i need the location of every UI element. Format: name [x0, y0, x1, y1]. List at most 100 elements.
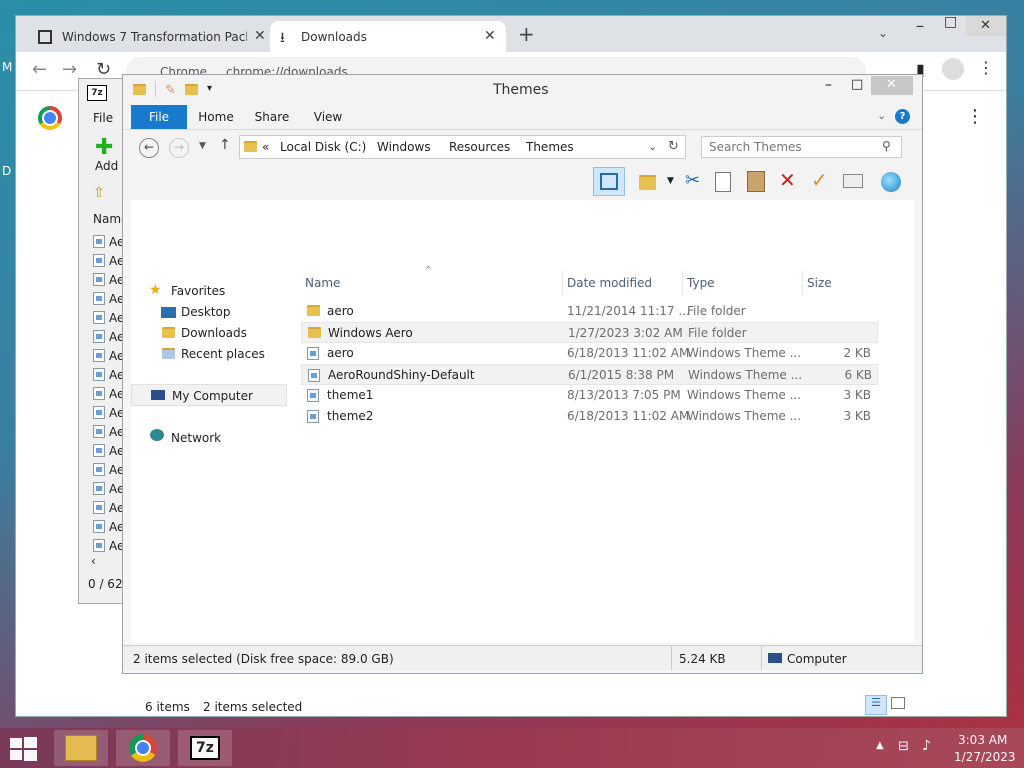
tab-downloads[interactable]: ⭳ Downloads ✕ [270, 21, 506, 52]
search-box[interactable]: Search Themes ⚲ [701, 136, 902, 158]
breadcrumb-item[interactable]: Windows [377, 140, 431, 154]
nav-favorites[interactable]: Favorites [171, 284, 225, 298]
properties-icon[interactable]: ✎ [165, 83, 176, 98]
chrome-menu-icon[interactable]: ⋮ [978, 58, 994, 77]
table-row[interactable]: aero 6/18/2013 11:02 AM Windows Theme ... 2… [301, 343, 878, 364]
folder-up-icon[interactable]: ⇧ [93, 185, 105, 201]
taskbar-chrome[interactable] [116, 730, 170, 766]
maximize-button[interactable]: □ [944, 14, 957, 30]
chrome-logo-icon [38, 106, 62, 130]
add-label[interactable]: Add [95, 159, 118, 173]
dropdown-icon[interactable]: ▼ [667, 176, 674, 186]
breadcrumb-overflow[interactable]: « [262, 140, 269, 154]
back-button[interactable]: ← [32, 59, 47, 80]
explorer-window: ✎ ▾ Themes – □ ✕ File Home Share View ⌄ … [122, 74, 923, 715]
chrome-icon-center [137, 742, 149, 754]
windows-logo-icon [10, 738, 22, 748]
address-bar[interactable]: « Local Disk (C:) Windows Resources Them… [239, 135, 686, 159]
large-icons-view-icon[interactable] [891, 697, 905, 709]
details-view-icon[interactable]: ☰ [865, 695, 887, 715]
profile-avatar[interactable] [942, 58, 964, 80]
menu-file[interactable]: File [93, 111, 113, 125]
clock-date[interactable]: 1/27/2023 [954, 750, 1016, 764]
scroll-left-icon[interactable]: ‹ [91, 554, 96, 568]
nav-desktop[interactable]: Desktop [181, 305, 231, 319]
table-row[interactable]: Windows Aero 1/27/2023 3:02 AM File folder [301, 322, 878, 343]
taskbar-7zip[interactable]: 7z [178, 730, 232, 766]
file-type: Windows Theme ... [687, 346, 802, 360]
network-tray-icon[interactable]: ⊟ [898, 739, 909, 754]
close-button[interactable]: ✕ [966, 16, 1006, 36]
divider [761, 646, 762, 670]
rename-icon[interactable]: ✓ [811, 168, 828, 192]
select-folder-icon[interactable] [639, 175, 656, 190]
paste-icon[interactable] [747, 171, 765, 192]
breadcrumb-item[interactable]: Themes [526, 140, 574, 154]
nav-recent-places[interactable]: Recent places [181, 347, 265, 361]
nav-downloads[interactable]: Downloads [181, 326, 247, 340]
volume-icon[interactable]: ♪ [922, 738, 931, 754]
forward-button[interactable]: → [62, 59, 77, 80]
column-name[interactable]: Name [301, 271, 563, 295]
refresh-icon[interactable]: ↻ [668, 139, 679, 154]
close-icon[interactable]: ✕ [484, 28, 496, 44]
downloads-menu-icon[interactable]: ⋮ [966, 106, 984, 127]
close-icon[interactable]: ✕ [254, 28, 266, 44]
maximize-button[interactable]: □ [851, 77, 863, 92]
column-date-modified[interactable]: Date modified [563, 271, 683, 295]
tab-home[interactable]: Home [193, 105, 239, 129]
cut-icon[interactable]: ✂ [685, 170, 700, 191]
tab-search-icon[interactable]: ⌄ [878, 26, 888, 40]
expand-ribbon-icon[interactable]: ⌄ [877, 109, 886, 122]
breadcrumb-item[interactable]: Resources [449, 140, 510, 154]
help-icon[interactable]: ? [895, 109, 910, 124]
address-dropdown-icon[interactable]: ⌄ [648, 140, 657, 153]
minimize-button[interactable]: – [825, 77, 832, 93]
show-hidden-icons[interactable]: ▲ [876, 740, 884, 751]
nav-my-computer[interactable]: My Computer [131, 384, 287, 406]
close-button[interactable]: ✕ [871, 76, 913, 95]
add-icon[interactable]: ✚ [95, 135, 113, 160]
customize-qat-icon[interactable]: ▾ [207, 83, 212, 94]
globe-icon[interactable] [881, 172, 901, 192]
desktop-icon-label[interactable]: M [2, 60, 12, 74]
desktop-icon-label[interactable]: D [2, 164, 11, 178]
file-icon [93, 368, 105, 381]
minimize-button[interactable]: – [916, 16, 924, 35]
tab-view[interactable]: View [305, 105, 351, 129]
back-button[interactable]: ← [139, 138, 159, 158]
status-bar: 2 items selected (Disk free space: 89.0 … [123, 645, 922, 670]
table-row[interactable]: aero 11/21/2014 11:17 ... File folder [301, 301, 878, 322]
column-type[interactable]: Type [683, 271, 803, 295]
tab-transformation-pack[interactable]: Windows 7 Transformation Pack ✕ [30, 21, 270, 52]
clock-time[interactable]: 3:03 AM [958, 733, 1007, 747]
column-size[interactable]: Size [803, 271, 878, 295]
file-name: AeroRoundShiny-Default [328, 368, 475, 382]
file-icon [93, 254, 105, 267]
delete-icon[interactable]: ✕ [779, 168, 796, 192]
table-row[interactable]: theme2 6/18/2013 11:02 AM Windows Theme ..… [301, 406, 878, 427]
preview-pane-button[interactable] [593, 167, 625, 196]
properties-icon[interactable] [843, 174, 863, 188]
tab-file[interactable]: File [131, 105, 187, 129]
breadcrumb-item[interactable]: Local Disk (C:) [280, 140, 366, 154]
new-folder-icon[interactable] [185, 84, 198, 95]
file-icon [93, 235, 105, 248]
file-size: 2 KB [843, 346, 871, 360]
copy-icon[interactable] [715, 172, 731, 192]
taskbar-file-explorer[interactable] [54, 730, 108, 766]
tab-share[interactable]: Share [249, 105, 295, 129]
nav-network[interactable]: Network [171, 431, 221, 445]
file-icon [93, 482, 105, 495]
file-size: 6 KB [844, 368, 872, 382]
file-date: 1/27/2023 3:02 AM [568, 326, 683, 340]
start-button[interactable] [10, 737, 38, 761]
table-row[interactable]: AeroRoundShiny-Default 6/1/2015 8:38 PM Wi… [301, 364, 878, 385]
new-tab-button[interactable]: + [518, 22, 535, 46]
file-icon [93, 387, 105, 400]
up-button[interactable]: ↑ [219, 137, 231, 153]
table-row[interactable]: theme1 8/13/2013 7:05 PM Windows Theme ...… [301, 385, 878, 406]
recent-locations-icon[interactable]: ▼ [199, 141, 206, 151]
forward-button[interactable]: → [169, 138, 189, 158]
reload-button[interactable]: ↻ [96, 59, 111, 80]
